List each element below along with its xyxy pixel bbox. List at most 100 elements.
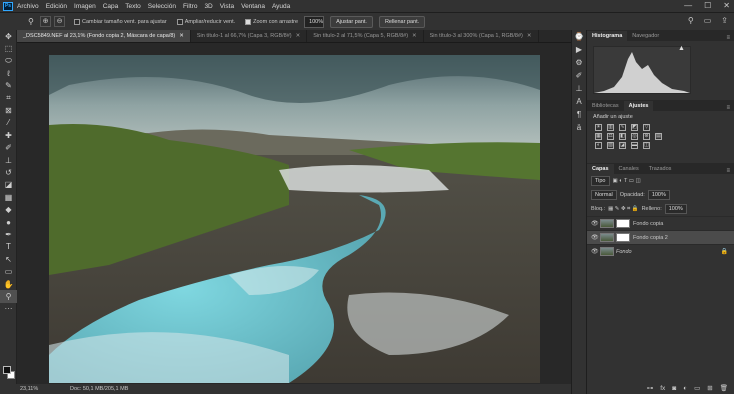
close-icon[interactable]: ✕ (527, 33, 532, 39)
close-window-button[interactable]: ✕ (723, 1, 730, 10)
minimize-button[interactable]: — (684, 1, 692, 10)
color-swatches[interactable] (3, 366, 15, 380)
menu-imagen[interactable]: Imagen (74, 3, 96, 10)
history-brush-icon[interactable]: ↺ (0, 166, 17, 178)
tab-histograma[interactable]: Histograma (587, 31, 628, 41)
zoom-all-checkbox[interactable]: Ampliar/reducir vent. (176, 18, 235, 25)
blur-tool-icon[interactable]: ◆ (0, 203, 17, 215)
eraser-tool-icon[interactable]: ◪ (0, 179, 17, 191)
filter-icons[interactable]: ▣ ◐ T ▭ ◫ (613, 178, 641, 184)
zoom-tool-icon[interactable]: ⚲ (28, 17, 37, 26)
black-white-icon[interactable]: ◧ (619, 133, 626, 140)
panel-menu-icon[interactable]: ≡ (726, 105, 730, 111)
selective-color-icon[interactable]: ◫ (643, 142, 650, 149)
stamp-tool-icon[interactable]: ⊥ (0, 154, 17, 166)
zoom-level[interactable]: 23,11% (20, 386, 60, 392)
eye-icon[interactable]: 👁 (591, 234, 600, 241)
exposure-icon[interactable]: ◩ (631, 124, 638, 131)
menu-texto[interactable]: Texto (125, 3, 141, 10)
brush-tool-icon[interactable]: ✐ (0, 142, 17, 154)
curves-icon[interactable]: ∿ (619, 124, 626, 131)
tab-sin-titulo-2[interactable]: Sin título-2 al 71,5% (Capa 5, RGB/8#) ✕ (307, 30, 424, 42)
close-icon[interactable]: ✕ (296, 33, 301, 39)
levels-icon[interactable]: ▥ (607, 124, 614, 131)
new-adjustment-icon[interactable]: ◐ (683, 385, 687, 392)
tab-trazados[interactable]: Trazados (644, 164, 677, 174)
invert-icon[interactable]: ◐ (595, 142, 602, 149)
photo-filter-icon[interactable]: ◎ (631, 133, 638, 140)
tab-ajustes[interactable]: Ajustes (623, 101, 654, 111)
layer-mask-thumbnail[interactable] (616, 219, 630, 228)
paragraph-panel-icon[interactable]: ¶ (572, 108, 586, 121)
path-select-tool-icon[interactable]: ↖ (0, 253, 17, 265)
tab-sin-titulo-3[interactable]: Sin título-3 al 300% (Capa 1, RGB/8#) ✕ (424, 30, 539, 42)
glyphs-panel-icon[interactable]: ä (572, 121, 586, 134)
lock-icon[interactable]: 🔒 (721, 248, 728, 255)
menu-filtro[interactable]: Filtro (183, 3, 197, 10)
close-icon[interactable]: ✕ (412, 33, 417, 39)
search-icon[interactable]: ⚲ (688, 16, 694, 25)
panel-menu-icon[interactable]: ≡ (726, 168, 730, 174)
photo-waterfall-river[interactable] (49, 55, 540, 383)
marquee-tool-icon[interactable]: ⬭ (0, 55, 17, 67)
hue-saturation-icon[interactable]: ▦ (595, 133, 602, 140)
menu-edicion[interactable]: Edición (46, 3, 67, 10)
brightness-icon[interactable]: ☀ (595, 124, 602, 131)
menu-archivo[interactable]: Archivo (17, 3, 39, 10)
lasso-tool-icon[interactable]: ℓ (0, 67, 17, 79)
character-panel-icon[interactable]: A (572, 95, 586, 108)
frame-tool-icon[interactable]: ⊠ (0, 104, 17, 116)
color-balance-icon[interactable]: ⚖ (607, 133, 614, 140)
dodge-tool-icon[interactable]: ● (0, 216, 17, 228)
menu-ventana[interactable]: Ventana (241, 3, 265, 10)
layer-kind-select[interactable]: Tipo (591, 176, 610, 186)
zoom-out-icon[interactable]: ⊖ (54, 16, 65, 27)
layer-row-selected[interactable]: 👁 Fondo copia 2 (587, 230, 734, 244)
workspace-icon[interactable]: ▭ (704, 16, 712, 25)
zoom-in-icon[interactable]: ⊕ (40, 16, 51, 27)
menu-ayuda[interactable]: Ayuda (272, 3, 290, 10)
history-panel-icon[interactable]: ⌚ (572, 30, 586, 43)
more-tools-icon[interactable]: ··· (0, 303, 17, 315)
crop-tool-icon[interactable]: ⌗ (0, 92, 17, 104)
scrubby-zoom-checkbox[interactable]: Zoom con arrastre (245, 18, 298, 25)
menu-capa[interactable]: Capa (103, 3, 119, 10)
pen-tool-icon[interactable]: ✒ (0, 228, 17, 240)
foreground-color[interactable] (3, 366, 11, 374)
tab-bibliotecas[interactable]: Bibliotecas (587, 101, 624, 111)
properties-panel-icon[interactable]: ⚙ (572, 56, 586, 69)
gradient-map-icon[interactable]: ▬ (631, 142, 638, 149)
gradient-tool-icon[interactable]: ▦ (0, 191, 17, 203)
menu-seleccion[interactable]: Selección (148, 3, 176, 10)
tab-navegador[interactable]: Navegador (627, 31, 664, 41)
layer-mask-thumbnail[interactable] (616, 233, 630, 242)
resize-windows-checkbox[interactable]: Cambiar tamaño vent. para ajustar (74, 18, 167, 25)
warning-icon[interactable]: ▲ (678, 45, 685, 52)
eyedropper-tool-icon[interactable]: ⁄ (0, 117, 17, 129)
channel-mixer-icon[interactable]: ⊛ (643, 133, 650, 140)
zoom-tool-selected-icon[interactable]: ⚲ (0, 290, 17, 303)
add-mask-icon[interactable]: ◙ (672, 385, 676, 392)
eye-icon[interactable]: 👁 (591, 220, 600, 227)
threshold-icon[interactable]: ◪ (619, 142, 626, 149)
menu-vista[interactable]: Vista (220, 3, 234, 10)
brush-panel-icon[interactable]: ✐ (572, 69, 586, 82)
color-lookup-icon[interactable]: ▤ (655, 133, 662, 140)
artboard-tool-icon[interactable]: ⬚ (0, 42, 17, 54)
move-tool-icon[interactable]: ✥ (0, 30, 17, 42)
healing-tool-icon[interactable]: ✚ (0, 129, 17, 141)
zoom-100-button[interactable]: 100% (304, 15, 325, 28)
new-group-icon[interactable]: ▭ (694, 384, 700, 392)
opacity-input[interactable]: 100% (647, 190, 670, 200)
fit-screen-button[interactable]: Ajustar pant. (330, 15, 373, 28)
menu-3d[interactable]: 3D (204, 3, 212, 10)
vibrance-icon[interactable]: ▽ (643, 124, 650, 131)
tab-canales[interactable]: Canales (614, 164, 644, 174)
lock-icons[interactable]: ▦ ✎ ✥ ⌗ 🔒 (608, 206, 638, 213)
document-canvas[interactable] (17, 44, 571, 384)
fill-screen-button[interactable]: Rellenar pant. (378, 15, 426, 28)
hand-tool-icon[interactable]: ✋ (0, 278, 17, 290)
layer-row[interactable]: 👁 Fondo 🔒 (587, 244, 734, 258)
tab-capas[interactable]: Capas (587, 164, 614, 174)
shape-tool-icon[interactable]: ▭ (0, 265, 17, 277)
